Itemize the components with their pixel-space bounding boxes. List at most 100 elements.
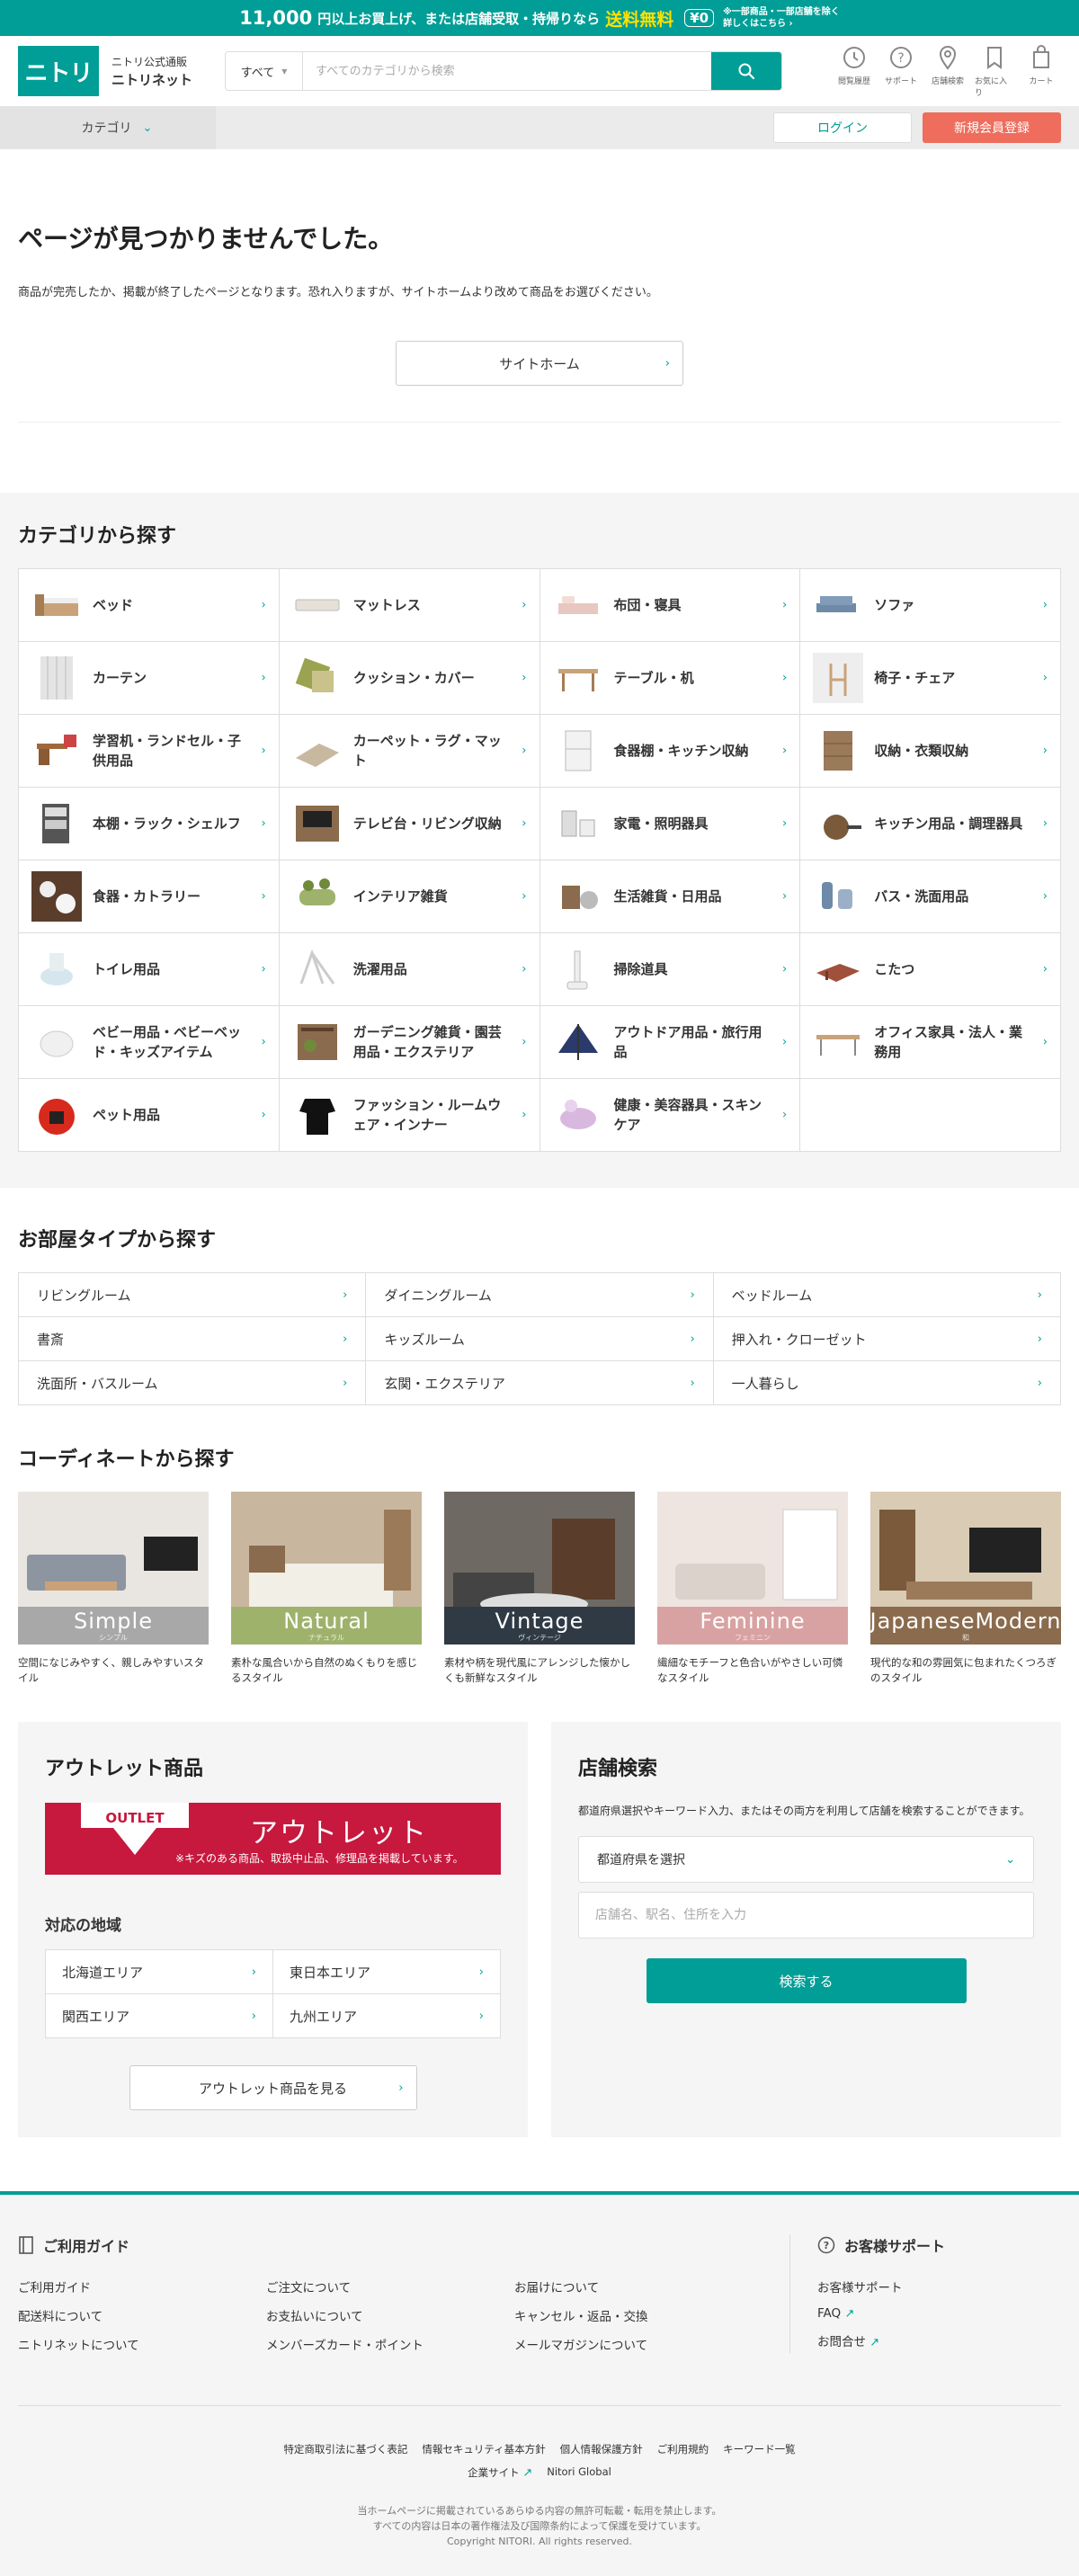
footer-link[interactable]: 特定商取引法に基づく表記 xyxy=(283,2442,407,2456)
banner-note[interactable]: ※一部商品・一部店舗を除く 詳しくはこちら › xyxy=(723,6,840,30)
category-item[interactable]: ソファ › xyxy=(800,569,1061,642)
category-item[interactable]: ベッド › xyxy=(19,569,280,642)
search-input[interactable] xyxy=(303,52,712,90)
category-item[interactable]: バス・洗面用品 › xyxy=(800,860,1061,933)
search-scope-select[interactable]: すべて ▼ xyxy=(226,52,304,90)
category-item[interactable]: 学習机・ランドセル・子供用品 › xyxy=(19,715,280,788)
category-label: 洗濯用品 xyxy=(352,961,407,977)
outlet-area-item[interactable]: 北海道エリア › xyxy=(46,1950,273,1994)
category-item[interactable]: ガーデニング雑貨・園芸用品・エクステリア › xyxy=(279,1006,540,1079)
search-button[interactable] xyxy=(711,52,782,90)
guide-link[interactable]: ニトリネットについて xyxy=(18,2335,266,2353)
room-type-item[interactable]: リビングルーム › xyxy=(19,1273,367,1317)
guide-link[interactable]: お届けについて xyxy=(514,2277,762,2295)
room-type-item[interactable]: 一人暮らし › xyxy=(713,1361,1061,1405)
nitori-global-link[interactable]: Nitori Global xyxy=(547,2465,611,2480)
category-item[interactable]: ペット用品 › xyxy=(19,1079,280,1152)
corporate-site-link[interactable]: 企業サイト ↗ xyxy=(468,2465,532,2480)
footer-link[interactable]: ご利用規約 xyxy=(657,2442,709,2456)
outlet-area-item[interactable]: 関西エリア › xyxy=(46,1994,273,2038)
coordinate-item[interactable]: Simple シンプル 空間になじみやすく、親しみやすいスタイル xyxy=(18,1492,209,1686)
footer-link[interactable]: 情報セキュリティ基本方針 xyxy=(422,2442,545,2456)
store-search-button[interactable]: 検索する xyxy=(646,1958,967,2003)
category-item[interactable]: こたつ › xyxy=(800,933,1061,1006)
category-item[interactable]: キッチン用品・調理器具 › xyxy=(800,788,1061,860)
category-item[interactable]: 椅子・チェア › xyxy=(800,642,1061,715)
category-item[interactable]: 収納・衣類収納 › xyxy=(800,715,1061,788)
contact-link[interactable]: お問合せ ↗ xyxy=(817,2331,1061,2349)
category-item[interactable]: 生活雑貨・日用品 › xyxy=(540,860,801,933)
coordinate-item[interactable]: Vintage ヴィンテージ 素材や柄を現代風にアレンジした懐かしくも新鮮なスタイル xyxy=(444,1492,635,1686)
support-link[interactable]: お客様サポート xyxy=(817,2277,1061,2295)
category-item[interactable]: オフィス家具・法人・業務用 › xyxy=(800,1006,1061,1079)
category-thumbnail xyxy=(292,871,343,922)
view-outlet-button[interactable]: アウトレット商品を見る › xyxy=(129,2065,417,2110)
support-button[interactable]: ? サポート xyxy=(881,44,921,98)
login-button[interactable]: ログイン xyxy=(773,112,912,143)
category-item[interactable]: クッション・カバー › xyxy=(279,642,540,715)
category-thumbnail xyxy=(31,653,82,703)
outlet-banner-label: OUTLET xyxy=(105,1810,165,1826)
guide-link[interactable]: キャンセル・返品・交換 xyxy=(514,2306,762,2324)
chevron-right-icon: › xyxy=(782,671,788,685)
coordinate-item[interactable]: Feminine フェミニン 繊細なモチーフと色合いがやさしい可憐なスタイル xyxy=(657,1492,848,1686)
category-item[interactable]: 健康・美容器具・スキンケア › xyxy=(540,1079,801,1152)
cart-button[interactable]: カート xyxy=(1021,44,1061,98)
category-item[interactable]: インテリア雑貨 › xyxy=(279,860,540,933)
outlet-area-item[interactable]: 九州エリア › xyxy=(273,1994,501,2038)
coordinate-list: Simple シンプル 空間になじみやすく、親しみやすいスタイル Natural ナチュ… xyxy=(18,1492,1061,1686)
register-button[interactable]: 新規会員登録 xyxy=(923,112,1061,143)
category-item[interactable]: 洗濯用品 › xyxy=(279,933,540,1006)
coordinate-section: コーディネートから探す Simple シンプル 空間になじみやすく、親しみやすいスタ… xyxy=(0,1405,1079,1686)
room-type-item[interactable]: ベッドルーム › xyxy=(713,1273,1061,1317)
category-item[interactable]: 布団・寝具 › xyxy=(540,569,801,642)
category-item[interactable]: マットレス › xyxy=(279,569,540,642)
prefecture-select[interactable]: 都道府県を選択 ⌄ xyxy=(578,1836,1034,1883)
category-item[interactable]: 掃除道具 › xyxy=(540,933,801,1006)
guide-link[interactable]: 配送料について xyxy=(18,2306,266,2324)
outlet-area-label: 九州エリア xyxy=(290,2008,358,2025)
category-item[interactable]: 食器・カトラリー › xyxy=(19,860,280,933)
guide-link[interactable]: ご利用ガイド xyxy=(18,2277,266,2295)
site-home-button[interactable]: サイトホーム › xyxy=(396,341,683,386)
category-item[interactable]: ベビー用品・ベビーベッド・キッズアイテム › xyxy=(19,1006,280,1079)
category-item[interactable]: テーブル・机 › xyxy=(540,642,801,715)
room-type-item[interactable]: 書斎 › xyxy=(19,1317,367,1361)
guide-link[interactable]: ご注文について xyxy=(266,2277,514,2295)
category-label: 学習机・ランドセル・子供用品 xyxy=(93,733,242,769)
room-type-item[interactable]: ダイニングルーム › xyxy=(366,1273,714,1317)
category-item[interactable]: 食器棚・キッチン収納 › xyxy=(540,715,801,788)
outlet-area-item[interactable]: 東日本エリア › xyxy=(273,1950,501,1994)
favorite-button[interactable]: お気に入り xyxy=(975,44,1014,98)
room-type-item[interactable]: 洗面所・バスルーム › xyxy=(19,1361,367,1405)
category-item[interactable]: 家電・照明器具 › xyxy=(540,788,801,860)
store-keyword-input[interactable] xyxy=(578,1892,1034,1939)
category-item[interactable]: 本棚・ラック・シェルフ › xyxy=(19,788,280,860)
outlet-banner[interactable]: OUTLET アウトレット ※キズのある商品、取扱中止品、修理品を掲載しています… xyxy=(45,1803,501,1875)
category-item[interactable]: ファッション・ルームウェア・インナー › xyxy=(279,1079,540,1152)
store-search-button[interactable]: 店舗検索 xyxy=(928,44,968,98)
faq-link[interactable]: FAQ ↗ xyxy=(817,2306,1061,2321)
brand-name[interactable]: ニトリ公式通販 ニトリネット xyxy=(111,53,192,89)
room-type-item[interactable]: 玄関・エクステリア › xyxy=(366,1361,714,1405)
free-shipping-banner[interactable]: 11,000 円以上お買上げ、または店舗受取・持帰りなら 送料無料 ¥0 ※一部… xyxy=(0,0,1079,36)
category-thumbnail xyxy=(553,726,603,776)
category-item[interactable]: カーテン › xyxy=(19,642,280,715)
room-type-item[interactable]: キッズルーム › xyxy=(366,1317,714,1361)
footer-link[interactable]: 個人情報保護方針 xyxy=(560,2442,643,2456)
coordinate-item[interactable]: Natural ナチュラル 素朴な風合いから自然のぬくもりを感じるスタイル xyxy=(231,1492,422,1686)
category-item[interactable]: カーペット・ラグ・マット › xyxy=(279,715,540,788)
category-item[interactable]: トイレ用品 › xyxy=(19,933,280,1006)
category-item[interactable]: テレビ台・リビング収納 › xyxy=(279,788,540,860)
category-item[interactable]: アウトドア用品・旅行用品 › xyxy=(540,1006,801,1079)
guide-link[interactable]: メールマガジンについて xyxy=(514,2335,762,2353)
room-type-item[interactable]: 押入れ・クローゼット › xyxy=(713,1317,1061,1361)
nitori-logo[interactable]: ニトリ xyxy=(18,46,99,96)
footer-link[interactable]: キーワード一覧 xyxy=(723,2442,796,2456)
history-button[interactable]: 閲覧履歴 xyxy=(834,44,874,98)
coordinate-item[interactable]: JapaneseModern 和現代的な和の雰囲気に包まれたくつろぎのスタイル xyxy=(870,1492,1061,1686)
guide-link[interactable]: お支払いについて xyxy=(266,2306,514,2324)
guide-link[interactable]: メンバーズカード・ポイント xyxy=(266,2335,514,2353)
category-menu-button[interactable]: カテゴリ ⌄ xyxy=(0,106,216,149)
coordinate-style-jp: フェミニン xyxy=(735,1633,771,1642)
